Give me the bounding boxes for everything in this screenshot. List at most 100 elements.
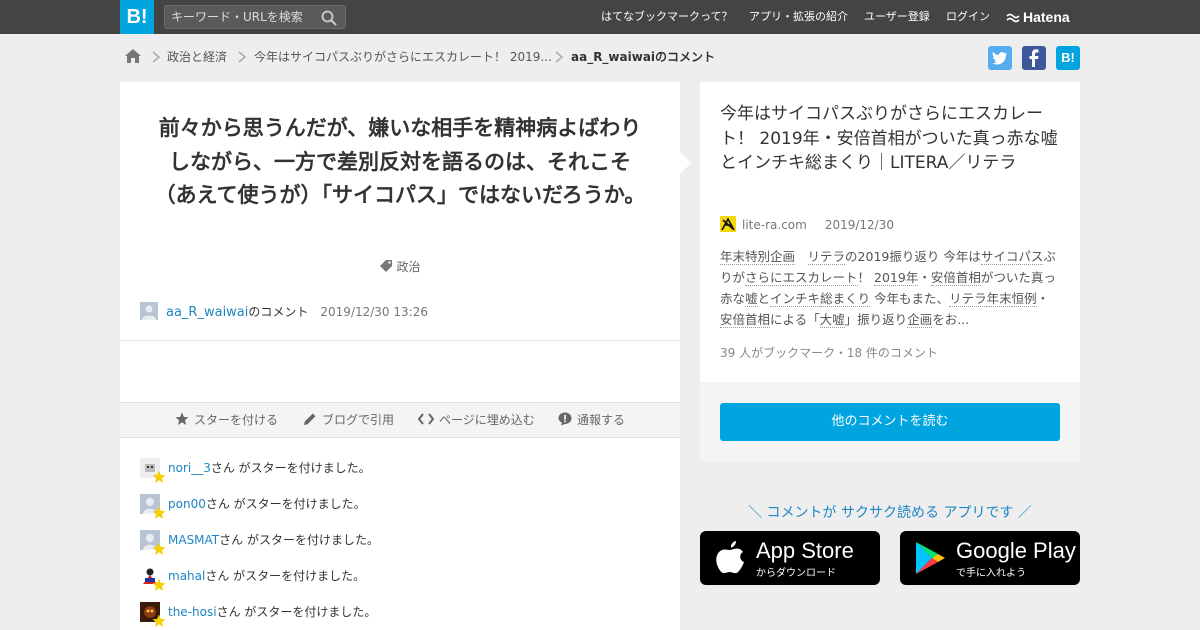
star-list-item: nori__3さん がスターを付けました。	[140, 458, 660, 494]
top-bar: B! はてなブックマークって？ アプリ・拡張の紹介 ユーザー登録 ログイン Ha…	[0, 0, 1200, 34]
nav-apps-link[interactable]: アプリ・拡張の紹介	[749, 0, 848, 34]
tag-icon	[380, 260, 393, 272]
summary-keyword-link[interactable]: 年末特別企画	[720, 249, 796, 265]
hatena-share-button[interactable]: B!	[1056, 46, 1080, 70]
comment-datetime: 2019/12/30 13:26	[320, 305, 428, 319]
summary-keyword-link[interactable]: エスカレート	[782, 270, 858, 286]
star-list: nori__3さん がスターを付けました。 pon00さん がスターを付けました…	[140, 458, 660, 630]
twitter-share-button[interactable]	[988, 46, 1012, 70]
star-icon	[152, 578, 166, 591]
comment-text: 前々から思うんだが、嫌いな相手を精神病よばわりしながら、一方で差別反対を語るのは…	[154, 116, 646, 207]
chevron-right-icon	[555, 51, 564, 63]
search-input[interactable]	[171, 8, 317, 26]
star-list-item: mahalさん がスターを付けました。	[140, 566, 660, 602]
comment-tag[interactable]: 政治	[120, 258, 680, 275]
read-more-button[interactable]: 他のコメントを読む	[720, 403, 1060, 441]
code-icon	[417, 413, 435, 425]
star-list-item: MASMATさん がスターを付けました。	[140, 530, 660, 566]
summary-keyword-link[interactable]: リテラ	[949, 291, 987, 307]
app-promo-text: ＼ コメントが サクサク読める アプリです ／	[748, 505, 1032, 521]
summary-keyword-link[interactable]: リテラ	[807, 249, 846, 265]
entry-site: lite-ra.com 2019/12/30	[720, 216, 894, 232]
add-star-label: スターを付ける	[194, 413, 279, 427]
breadcrumb-current: aa_R_waiwaiのコメント	[571, 50, 716, 64]
summary-keyword-link[interactable]: サイコパス	[980, 249, 1044, 265]
apple-icon	[716, 541, 744, 574]
star-user-link[interactable]: pon00	[168, 497, 206, 511]
summary-keyword-link[interactable]: 嘘	[745, 291, 758, 307]
summary-text: ・	[1036, 291, 1050, 306]
breadcrumb-category[interactable]: 政治と経済	[167, 46, 227, 68]
hatena-bookmark-logo[interactable]: B!	[120, 0, 154, 34]
hatena-wave-icon	[1006, 13, 1020, 23]
summary-keyword-link[interactable]: 安倍首相	[930, 270, 981, 286]
nav-signup-link[interactable]: ユーザー登録	[864, 0, 930, 34]
summary-text: と	[757, 291, 771, 306]
report-button[interactable]: 通報する	[558, 403, 625, 437]
nav-login-link[interactable]: ログイン	[946, 0, 990, 34]
comment-author: aa_R_waiwaiのコメント 2019/12/30 13:26	[140, 302, 428, 320]
twitter-icon	[992, 51, 1007, 65]
star-user-link[interactable]: mahal	[168, 569, 205, 583]
entry-site-link[interactable]: lite-ra.com	[742, 218, 807, 232]
summary-keyword-link[interactable]: 大嘘	[819, 312, 845, 328]
action-bar: スターを付ける ブログで引用 ページに埋め込む 通報する	[120, 402, 680, 438]
breadcrumb: 政治と経済 今年はサイコパスぶりがさらにエスカレート！ 2019... aa_R…	[123, 46, 823, 68]
summary-text: をお...	[932, 312, 970, 327]
google-play-button[interactable]: Google Play で手に入れよう	[900, 531, 1080, 585]
summary-keyword-link[interactable]: 年末	[986, 291, 1012, 307]
read-more-area: 他のコメントを読む	[700, 382, 1080, 462]
home-icon[interactable]	[124, 48, 142, 64]
search-box[interactable]	[164, 5, 346, 29]
summary-text: による「	[770, 312, 820, 327]
site-favicon-icon	[720, 216, 736, 232]
app-store-label: App Store	[756, 538, 854, 563]
breadcrumb-entry[interactable]: 今年はサイコパスぶりがさらにエスカレート！ 2019...	[254, 46, 552, 68]
hatena-brand-link[interactable]: Hatena	[1006, 0, 1070, 34]
summary-text: の2019振り返り 今年は	[845, 249, 981, 264]
comment-user-link[interactable]: aa_R_waiwai	[166, 305, 248, 320]
entry-title-link[interactable]: 今年はサイコパスぶりがさらにエスカレート！ 2019年・安倍首相がついた真っ赤な…	[720, 102, 1065, 176]
summary-text: 」振り返り	[844, 312, 908, 327]
star-suffix: さん がスターを付けました。	[210, 461, 371, 475]
blog-quote-button[interactable]: ブログで引用	[303, 403, 394, 437]
summary-keyword-link[interactable]: 2019年	[874, 270, 919, 286]
divider	[120, 340, 680, 341]
add-star-button[interactable]: スターを付ける	[175, 403, 278, 437]
card-pointer	[680, 152, 691, 174]
star-user-link[interactable]: MASMAT	[168, 533, 219, 547]
entry-date: 2019/12/30	[824, 218, 894, 232]
star-icon	[152, 506, 166, 519]
summary-keyword-link[interactable]: インチキ	[770, 291, 821, 307]
blog-quote-label: ブログで引用	[322, 413, 395, 427]
avatar[interactable]	[140, 302, 158, 320]
embed-button[interactable]: ページに埋め込む	[417, 403, 535, 437]
star-user-link[interactable]: the-hosi	[168, 605, 217, 619]
google-play-icon	[916, 542, 945, 574]
google-play-label: Google Play	[956, 538, 1076, 563]
embed-label: ページに埋め込む	[439, 413, 535, 427]
star-suffix: さん がスターを付けました。	[219, 533, 379, 547]
summary-keyword-link[interactable]: 企画	[907, 312, 933, 328]
app-store-sublabel: からダウンロード	[756, 568, 836, 579]
entry-summary: 年末特別企画 リテラの2019振り返り 今年はサイコパスぶりがさらにエスカレート…	[720, 246, 1060, 330]
summary-keyword-link[interactable]: さらに	[745, 270, 783, 286]
summary-text: 今年もまた、	[870, 291, 950, 306]
search-icon[interactable]	[320, 9, 338, 27]
facebook-share-button[interactable]	[1022, 46, 1046, 70]
entry-card: 今年はサイコパスぶりがさらにエスカレート！ 2019年・安倍首相がついた真っ赤な…	[700, 82, 1080, 382]
comment-user-suffix: のコメント	[248, 305, 309, 319]
summary-text: ・	[918, 270, 931, 285]
summary-keyword-link[interactable]: 安倍首相	[720, 312, 771, 328]
star-icon	[152, 614, 166, 627]
summary-keyword-link[interactable]: 総まくり	[820, 291, 871, 307]
summary-keyword-link[interactable]: 恒例	[1011, 291, 1037, 307]
star-list-item: pon00さん がスターを付けました。	[140, 494, 660, 530]
star-suffix: さん がスターを付けました。	[205, 497, 366, 511]
nav-about-link[interactable]: はてなブックマークって？	[601, 0, 732, 34]
star-user-link[interactable]: nori__3	[168, 461, 211, 475]
app-store-button[interactable]: App Store からダウンロード	[700, 531, 880, 585]
bookmark-counts-link[interactable]: 39 人がブックマーク・18 件のコメント	[720, 344, 938, 361]
star-suffix: さん がスターを付けました。	[205, 569, 366, 583]
google-play-sublabel: で手に入れよう	[956, 568, 1026, 579]
